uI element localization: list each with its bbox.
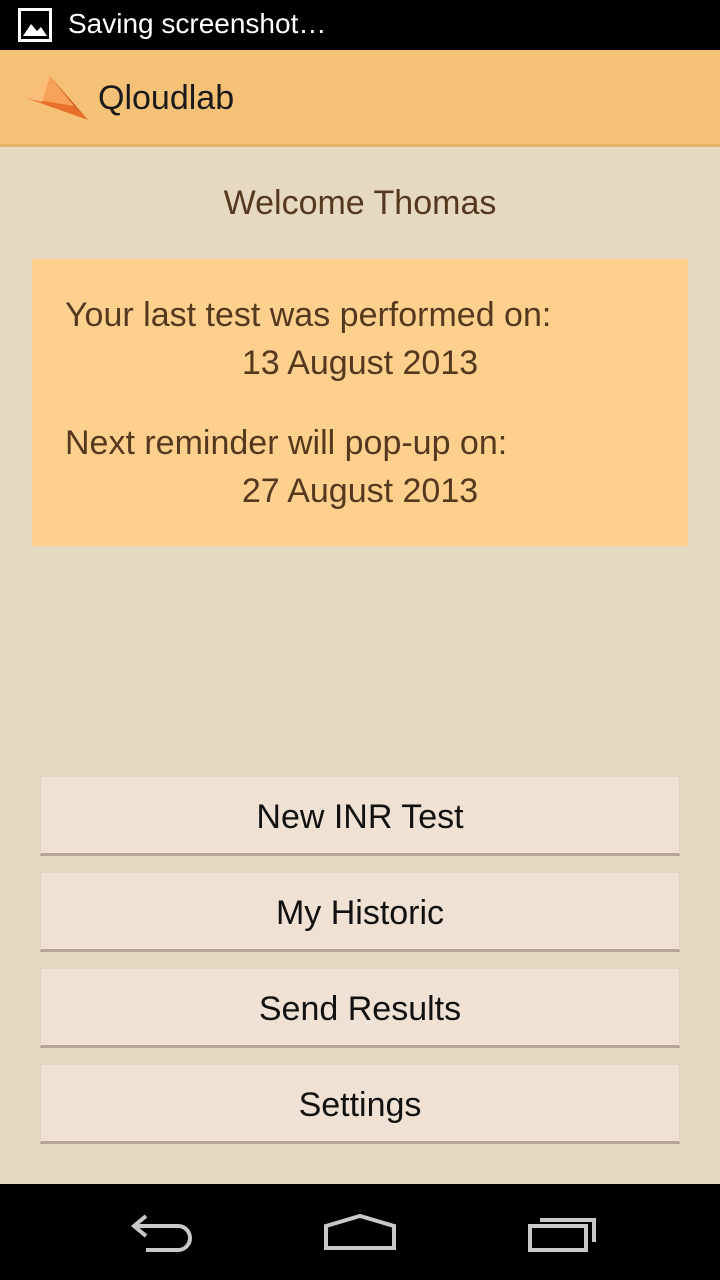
send-results-button[interactable]: Send Results xyxy=(40,968,680,1048)
status-notification-text: Saving screenshot… xyxy=(68,8,327,39)
settings-button[interactable]: Settings xyxy=(40,1064,680,1144)
navigation-bar xyxy=(0,1184,720,1280)
status-bar: Saving screenshot… xyxy=(0,0,720,50)
welcome-message: Welcome Thomas xyxy=(223,184,497,222)
new-inr-test-button[interactable]: New INR Test xyxy=(40,776,680,856)
qloudlab-logo[interactable] xyxy=(24,72,90,124)
last-test-date: 13 August 2013 xyxy=(241,344,479,382)
app-title: Qloudlab xyxy=(98,79,235,117)
action-bar: Qloudlab xyxy=(0,50,720,147)
recent-apps-icon[interactable] xyxy=(522,1202,602,1262)
next-reminder-date: 27 August 2013 xyxy=(241,472,479,510)
last-test-label: Your last test was performed on: xyxy=(65,296,552,334)
test-info-card: Your last test was performed on: 13 Augu… xyxy=(32,259,688,546)
home-icon[interactable] xyxy=(320,1202,400,1262)
back-icon[interactable] xyxy=(120,1202,200,1262)
next-reminder-label: Next reminder will pop-up on: xyxy=(65,424,508,462)
image-icon xyxy=(18,8,52,42)
my-historic-button[interactable]: My Historic xyxy=(40,872,680,952)
